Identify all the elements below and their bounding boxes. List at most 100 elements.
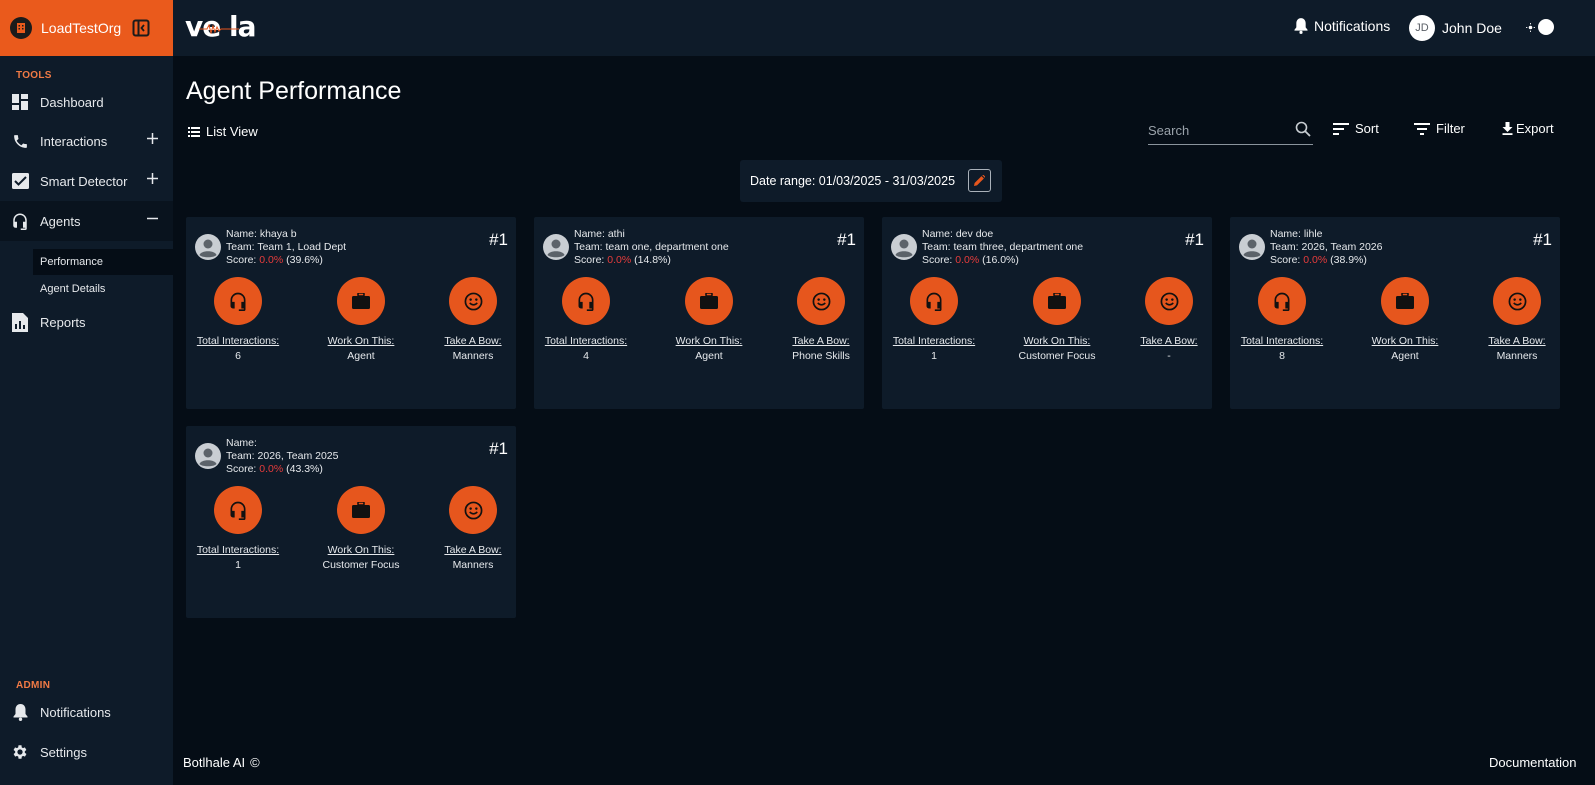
metric-label[interactable]: Work On This: <box>1345 335 1465 347</box>
documentation-link[interactable]: Documentation <box>1489 755 1576 770</box>
collapse-minus-icon <box>147 217 158 220</box>
date-range-panel: Date range: 01/03/2025 - 31/03/2025 <box>740 160 1002 202</box>
briefcase-icon[interactable] <box>685 277 733 325</box>
score-percent: (38.9%) <box>1327 254 1367 266</box>
report-icon <box>11 312 29 332</box>
metric-label[interactable]: Total Interactions: <box>178 335 298 347</box>
agent-name: Name: lihle <box>1270 228 1323 240</box>
sidebar-subitem-performance[interactable]: Performance <box>33 249 173 275</box>
sidebar-item-interactions[interactable]: Interactions <box>0 121 173 161</box>
score-percent: (16.0%) <box>979 254 1019 266</box>
metric-value: 6 <box>235 350 241 362</box>
org-logo <box>10 17 32 39</box>
list-view-label: List View <box>206 124 258 139</box>
dashboard-icon <box>11 93 29 111</box>
sidebar-item-agents[interactable]: Agents <box>0 201 173 241</box>
export-button[interactable]: Export <box>1502 121 1554 136</box>
agent-card[interactable]: Name: Team: 2026, Team 2025 Score: 0.0% (4… <box>186 426 516 618</box>
briefcase-icon[interactable] <box>1381 277 1429 325</box>
smiley-icon[interactable] <box>449 486 497 534</box>
topbar-notifications-button[interactable]: Notifications <box>1294 18 1390 34</box>
headset-icon[interactable] <box>910 277 958 325</box>
metric-value: 8 <box>1279 350 1285 362</box>
agent-rank: #1 <box>489 439 508 458</box>
user-avatar-icon <box>195 234 221 260</box>
sidebar-item-reports[interactable]: Reports <box>0 302 173 342</box>
metric-label[interactable]: Work On This: <box>301 335 421 347</box>
sidebar-item-notifications[interactable]: Notifications <box>0 692 173 732</box>
score-value: 0.0% <box>955 254 980 266</box>
metric-value: Agent <box>695 350 723 362</box>
collapse-sidebar-button[interactable] <box>132 19 150 37</box>
metric-label[interactable]: Take A Bow: <box>413 544 533 556</box>
metric-label[interactable]: Take A Bow: <box>761 335 881 347</box>
score-value: 0.0% <box>259 463 284 475</box>
metric-value: Manners <box>452 350 494 362</box>
smiley-icon[interactable] <box>1493 277 1541 325</box>
filter-button[interactable]: Filter <box>1414 121 1465 136</box>
metric-label[interactable]: Work On This: <box>649 335 769 347</box>
topbar: ve la Notifications JD John Doe <box>173 0 1595 56</box>
agent-card[interactable]: Name: lihle Team: 2026, Team 2026 Score: 0… <box>1230 217 1560 409</box>
headset-icon <box>11 212 29 230</box>
building-icon <box>17 23 25 33</box>
sidebar-item-label: Dashboard <box>40 94 104 110</box>
score-prefix: Score: <box>922 254 956 266</box>
agent-info: Name: khaya b Team: Team 1, Load Dept Scor… <box>226 228 346 267</box>
smiley-icon[interactable] <box>1145 277 1193 325</box>
agent-info: Name: dev doe Team: team three, departmen… <box>922 228 1083 267</box>
user-avatar-icon <box>543 234 569 260</box>
sidebar-item-label: Agents <box>40 213 81 229</box>
metric-total-interactions: Total Interactions: 1 <box>874 277 994 362</box>
metric-value: Phone Skills <box>792 350 850 362</box>
theme-toggle[interactable] <box>1526 19 1554 35</box>
metric-label[interactable]: Work On This: <box>997 335 1117 347</box>
headset-icon[interactable] <box>562 277 610 325</box>
list-view-button[interactable]: List View <box>188 124 258 139</box>
user-menu[interactable]: JD John Doe <box>1409 15 1502 41</box>
metric-value: 1 <box>235 559 241 571</box>
phone-icon <box>11 132 29 150</box>
sidebar-item-label: Reports <box>40 314 86 330</box>
metric-label[interactable]: Total Interactions: <box>874 335 994 347</box>
headset-icon[interactable] <box>1258 277 1306 325</box>
metric-total-interactions: Total Interactions: 4 <box>526 277 646 362</box>
metric-label[interactable]: Work On This: <box>301 544 421 556</box>
sidebar-item-dashboard[interactable]: Dashboard <box>0 82 173 122</box>
filter-icon <box>1414 122 1430 135</box>
agent-rank: #1 <box>1533 230 1552 249</box>
metric-total-interactions: Total Interactions: 8 <box>1222 277 1342 362</box>
metric-label[interactable]: Total Interactions: <box>178 544 298 556</box>
sidebar-item-smart-detector[interactable]: Smart Detector <box>0 161 173 201</box>
sidebar-subitem-agent-details[interactable]: Agent Details <box>33 276 173 302</box>
agent-name: Name: khaya b <box>226 228 297 240</box>
smiley-icon[interactable] <box>797 277 845 325</box>
briefcase-icon[interactable] <box>337 277 385 325</box>
metric-label[interactable]: Take A Bow: <box>413 335 533 347</box>
metric-label[interactable]: Take A Bow: <box>1109 335 1229 347</box>
metric-value: 4 <box>583 350 589 362</box>
metric-label[interactable]: Total Interactions: <box>1222 335 1342 347</box>
sort-button[interactable]: Sort <box>1333 121 1379 136</box>
admin-section-label: ADMIN <box>16 680 51 691</box>
briefcase-icon[interactable] <box>1033 277 1081 325</box>
metric-label[interactable]: Total Interactions: <box>526 335 646 347</box>
metric-value: 1 <box>931 350 937 362</box>
search-icon[interactable] <box>1295 121 1311 137</box>
search-input[interactable] <box>1148 117 1288 143</box>
metric-label[interactable]: Take A Bow: <box>1457 335 1577 347</box>
headset-icon[interactable] <box>214 277 262 325</box>
user-avatar-icon <box>1239 234 1265 260</box>
score-value: 0.0% <box>607 254 632 266</box>
metric-work-on-this: Work On This: Customer Focus <box>301 486 421 571</box>
agent-card[interactable]: Name: khaya b Team: Team 1, Load Dept Scor… <box>186 217 516 409</box>
agent-card[interactable]: Name: athi Team: team one, department one… <box>534 217 864 409</box>
metric-take-a-bow: Take A Bow: Manners <box>413 277 533 362</box>
briefcase-icon[interactable] <box>337 486 385 534</box>
smiley-icon[interactable] <box>449 277 497 325</box>
headset-icon[interactable] <box>214 486 262 534</box>
agent-card[interactable]: Name: dev doe Team: team three, departmen… <box>882 217 1212 409</box>
agent-rank: #1 <box>489 230 508 249</box>
edit-date-range-button[interactable] <box>968 169 991 192</box>
sidebar-item-settings[interactable]: Settings <box>0 732 173 772</box>
